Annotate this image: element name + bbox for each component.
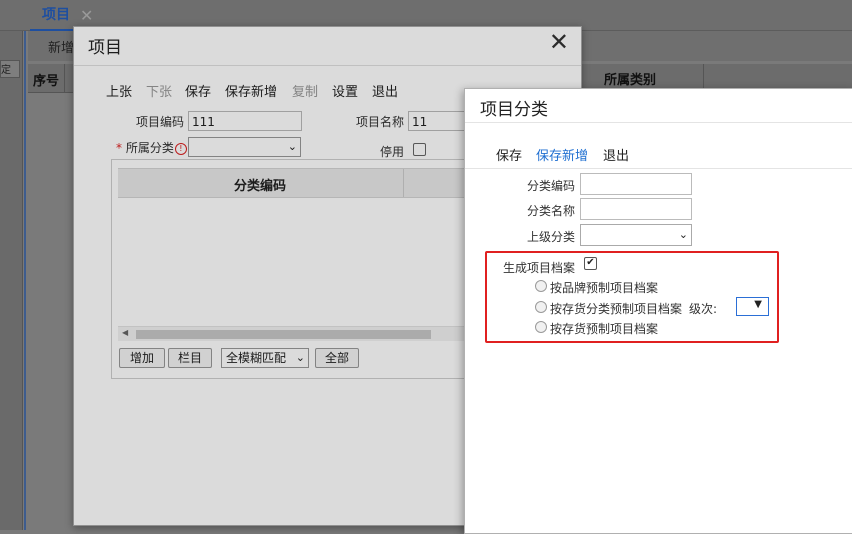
- warning-icon: !: [174, 143, 187, 155]
- radio-by-inventory[interactable]: [535, 321, 547, 333]
- divider: [74, 65, 581, 66]
- grid-col-category: 所属类别: [604, 73, 657, 88]
- project-name-input[interactable]: 11: [408, 111, 468, 131]
- required-mark: *: [116, 141, 122, 155]
- disabled-label: 停用: [380, 145, 405, 159]
- category-label: * 所属分类!: [116, 139, 187, 156]
- chevron-down-icon: ⌄: [287, 140, 297, 153]
- save-new-button[interactable]: 保存新增: [225, 81, 277, 100]
- match-mode-select[interactable]: 全模糊匹配 ⌄: [221, 348, 309, 368]
- grid-col-category-code: 分类编码: [234, 179, 287, 194]
- category-exit-button[interactable]: 退出: [603, 145, 629, 164]
- category-select[interactable]: ⌄: [188, 137, 301, 157]
- dropdown-arrow-icon: ▼: [754, 299, 762, 310]
- radio-by-inventory-category[interactable]: [535, 301, 547, 313]
- level-select[interactable]: ▼: [736, 297, 769, 316]
- project-name-label: 项目名称: [356, 115, 405, 129]
- category-dialog-title: 项目分类: [480, 100, 548, 120]
- app-new-button[interactable]: 新增: [48, 37, 74, 56]
- prev-button[interactable]: 上张: [106, 81, 132, 100]
- exit-button[interactable]: 退出: [372, 81, 398, 100]
- columns-button[interactable]: 栏目: [168, 348, 212, 368]
- locate-button[interactable]: 定位: [0, 60, 20, 78]
- category-name-input[interactable]: [580, 198, 692, 220]
- grid-col-divider: [64, 64, 65, 92]
- category-grid-header: 分类编码: [118, 168, 512, 198]
- close-icon[interactable]: ✕: [549, 29, 569, 55]
- disabled-checkbox[interactable]: [413, 143, 426, 156]
- option-by-inventory-label: 按存货预制项目档案: [550, 322, 659, 336]
- grid-col-seq: 序号: [33, 74, 60, 89]
- scrollbar-thumb[interactable]: [136, 330, 431, 339]
- horizontal-scrollbar[interactable]: ◀: [118, 326, 512, 341]
- project-dialog-title: 项目: [88, 38, 122, 58]
- next-button[interactable]: 下张: [146, 81, 172, 100]
- generate-archive-checkbox[interactable]: ✔: [584, 257, 597, 270]
- copy-button[interactable]: 复制: [292, 81, 318, 100]
- generate-archive-label: 生成项目档案: [503, 261, 576, 275]
- divider: [465, 168, 852, 169]
- category-code-input[interactable]: [580, 173, 692, 195]
- parent-category-label: 上级分类: [527, 230, 576, 244]
- add-button[interactable]: 增加: [119, 348, 165, 368]
- divider: [465, 122, 852, 123]
- radio-by-brand[interactable]: [535, 280, 547, 292]
- save-button[interactable]: 保存: [185, 81, 211, 100]
- left-strip: [0, 31, 23, 530]
- grid-col-divider: [403, 169, 404, 197]
- parent-category-select[interactable]: ⌄: [580, 224, 692, 246]
- category-label-text: 所属分类: [125, 141, 174, 155]
- category-save-button[interactable]: 保存: [496, 145, 522, 164]
- option-by-brand-label: 按品牌预制项目档案: [550, 281, 659, 295]
- settings-button[interactable]: 设置: [332, 81, 358, 100]
- project-code-label: 项目编码: [136, 115, 185, 129]
- category-code-label: 分类编码: [527, 179, 576, 193]
- chevron-down-icon: ⌄: [295, 351, 305, 364]
- project-category-dialog: 项目分类 保存 保存新增 退出 分类编码 分类名称 上级分类 ⌄ 生成项目档案 …: [464, 88, 852, 534]
- category-save-new-button[interactable]: 保存新增: [536, 145, 588, 164]
- option-by-inventory-category-label: 按存货分类预制项目档案: [550, 302, 683, 316]
- project-code-input[interactable]: 111: [188, 111, 302, 131]
- chevron-down-icon: ⌄: [678, 228, 688, 241]
- scroll-left-icon[interactable]: ◀: [122, 328, 128, 337]
- all-button[interactable]: 全部: [315, 348, 359, 368]
- category-name-label: 分类名称: [527, 204, 576, 218]
- level-label: 级次:: [689, 302, 718, 316]
- tab-close-icon[interactable]: ✕: [80, 6, 93, 25]
- left-divider: [24, 31, 26, 530]
- category-grid: 分类编码 ◀ 增加 栏目 全模糊匹配 ⌄ 全部: [111, 159, 513, 379]
- match-mode-value: 全模糊匹配: [226, 351, 287, 365]
